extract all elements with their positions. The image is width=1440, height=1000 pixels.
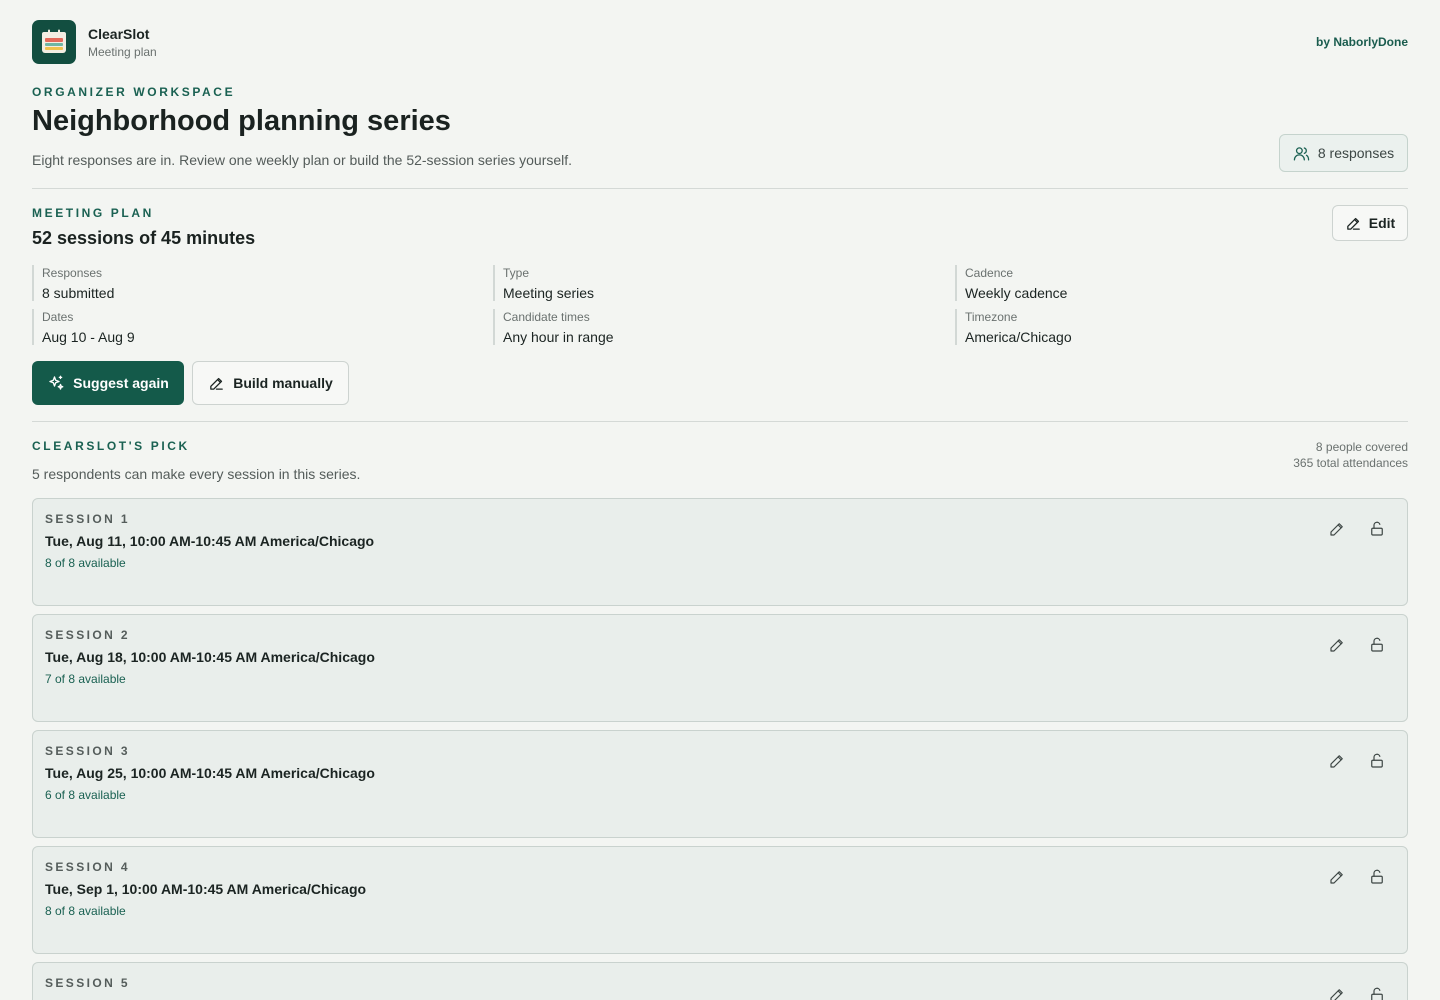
page-description: Eight responses are in. Review one weekl… xyxy=(32,152,573,168)
fact-value: Aug 10 - Aug 9 xyxy=(42,329,135,345)
session-availability: 6 of 8 available xyxy=(45,788,126,802)
fact-label: Type xyxy=(503,266,530,280)
fact-label: Dates xyxy=(42,310,74,324)
fact-value: Weekly cadence xyxy=(965,285,1068,301)
app-header: ClearSlot Meeting plan by NaborlyDone xyxy=(32,0,1408,84)
session-availability: 7 of 8 available xyxy=(45,672,126,686)
edit-plan-button[interactable]: Edit xyxy=(1332,205,1408,241)
pencil-icon xyxy=(208,375,225,392)
responses-button[interactable]: 8 responses xyxy=(1279,134,1408,172)
fact-responses: Responses 8 submitted xyxy=(32,265,114,301)
suggest-again-button[interactable]: Suggest again xyxy=(32,361,184,405)
pick-description: 5 respondents can make every session in … xyxy=(32,466,361,482)
session-label: SESSION 4 xyxy=(45,860,130,874)
total-attendances: 365 total attendances xyxy=(1293,456,1408,470)
fact-label: Timezone xyxy=(965,310,1018,324)
fact-candidate-times: Candidate times Any hour in range xyxy=(493,309,614,345)
divider xyxy=(32,421,1408,422)
workspace-eyebrow: ORGANIZER WORKSPACE xyxy=(32,85,236,99)
fact-value: Meeting series xyxy=(503,285,595,301)
build-manually-label: Build manually xyxy=(233,375,333,391)
session-card[interactable]: SESSION 5 xyxy=(32,962,1408,1000)
session-time: Tue, Sep 1, 10:00 AM-10:45 AM America/Ch… xyxy=(45,881,367,897)
unlock-icon[interactable] xyxy=(1367,867,1387,887)
session-card[interactable]: SESSION 2 Tue, Aug 18, 10:00 AM-10:45 AM… xyxy=(32,614,1408,722)
fact-dates: Dates Aug 10 - Aug 9 xyxy=(32,309,135,345)
session-availability: 8 of 8 available xyxy=(45,556,126,570)
responses-button-label: 8 responses xyxy=(1317,145,1395,161)
session-label: SESSION 1 xyxy=(45,512,130,526)
calendar-icon[interactable] xyxy=(32,20,76,64)
build-manually-button[interactable]: Build manually xyxy=(192,361,349,405)
pencil-icon[interactable] xyxy=(1327,635,1347,655)
pencil-icon[interactable] xyxy=(1327,751,1347,771)
unlock-icon[interactable] xyxy=(1367,519,1387,539)
pencil-icon[interactable] xyxy=(1327,985,1347,1000)
fact-value: Any hour in range xyxy=(503,329,614,345)
session-card[interactable]: SESSION 4 Tue, Sep 1, 10:00 AM-10:45 AM … xyxy=(32,846,1408,954)
session-time: Tue, Aug 11, 10:00 AM-10:45 AM America/C… xyxy=(45,533,375,549)
session-time: Tue, Aug 18, 10:00 AM-10:45 AM America/C… xyxy=(45,649,375,665)
pencil-icon[interactable] xyxy=(1327,519,1347,539)
session-card[interactable]: SESSION 1 Tue, Aug 11, 10:00 AM-10:45 AM… xyxy=(32,498,1408,606)
plan-eyebrow: MEETING PLAN xyxy=(32,206,154,220)
page: ClearSlot Meeting plan by NaborlyDone OR… xyxy=(32,0,1408,1000)
fact-value: America/Chicago xyxy=(965,329,1072,345)
app-subtitle: Meeting plan xyxy=(88,45,157,59)
pencil-icon xyxy=(1345,215,1362,232)
fact-timezone: Timezone America/Chicago xyxy=(955,309,1072,345)
page-title: Neighborhood planning series xyxy=(32,105,451,137)
session-card[interactable]: SESSION 3 Tue, Aug 25, 10:00 AM-10:45 AM… xyxy=(32,730,1408,838)
fact-value: 8 submitted xyxy=(42,285,115,301)
byline-link[interactable]: by NaborlyDone xyxy=(1316,35,1408,49)
session-label: SESSION 3 xyxy=(45,744,130,758)
fact-label: Cadence xyxy=(965,266,1014,280)
divider xyxy=(32,188,1408,189)
pick-eyebrow: CLEARSLOT'S PICK xyxy=(32,439,190,453)
fact-type: Type Meeting series xyxy=(493,265,594,301)
suggest-again-label: Suggest again xyxy=(73,375,169,391)
sparkles-icon xyxy=(47,374,65,392)
session-label: SESSION 2 xyxy=(45,628,130,642)
app-name: ClearSlot xyxy=(88,26,150,42)
session-time: Tue, Aug 25, 10:00 AM-10:45 AM America/C… xyxy=(45,765,375,781)
fact-label: Responses xyxy=(42,266,103,280)
plan-title: 52 sessions of 45 minutes xyxy=(32,228,256,248)
pick-stats: 8 people covered 365 total attendances xyxy=(1293,439,1408,471)
session-label: SESSION 5 xyxy=(45,976,130,990)
unlock-icon[interactable] xyxy=(1367,985,1387,1000)
unlock-icon[interactable] xyxy=(1367,751,1387,771)
people-covered: 8 people covered xyxy=(1315,440,1408,454)
session-availability: 8 of 8 available xyxy=(45,904,126,918)
users-icon xyxy=(1293,145,1310,162)
edit-button-label: Edit xyxy=(1368,215,1396,231)
pencil-icon[interactable] xyxy=(1327,867,1347,887)
fact-cadence: Cadence Weekly cadence xyxy=(955,265,1067,301)
fact-label: Candidate times xyxy=(503,310,590,324)
unlock-icon[interactable] xyxy=(1367,635,1387,655)
